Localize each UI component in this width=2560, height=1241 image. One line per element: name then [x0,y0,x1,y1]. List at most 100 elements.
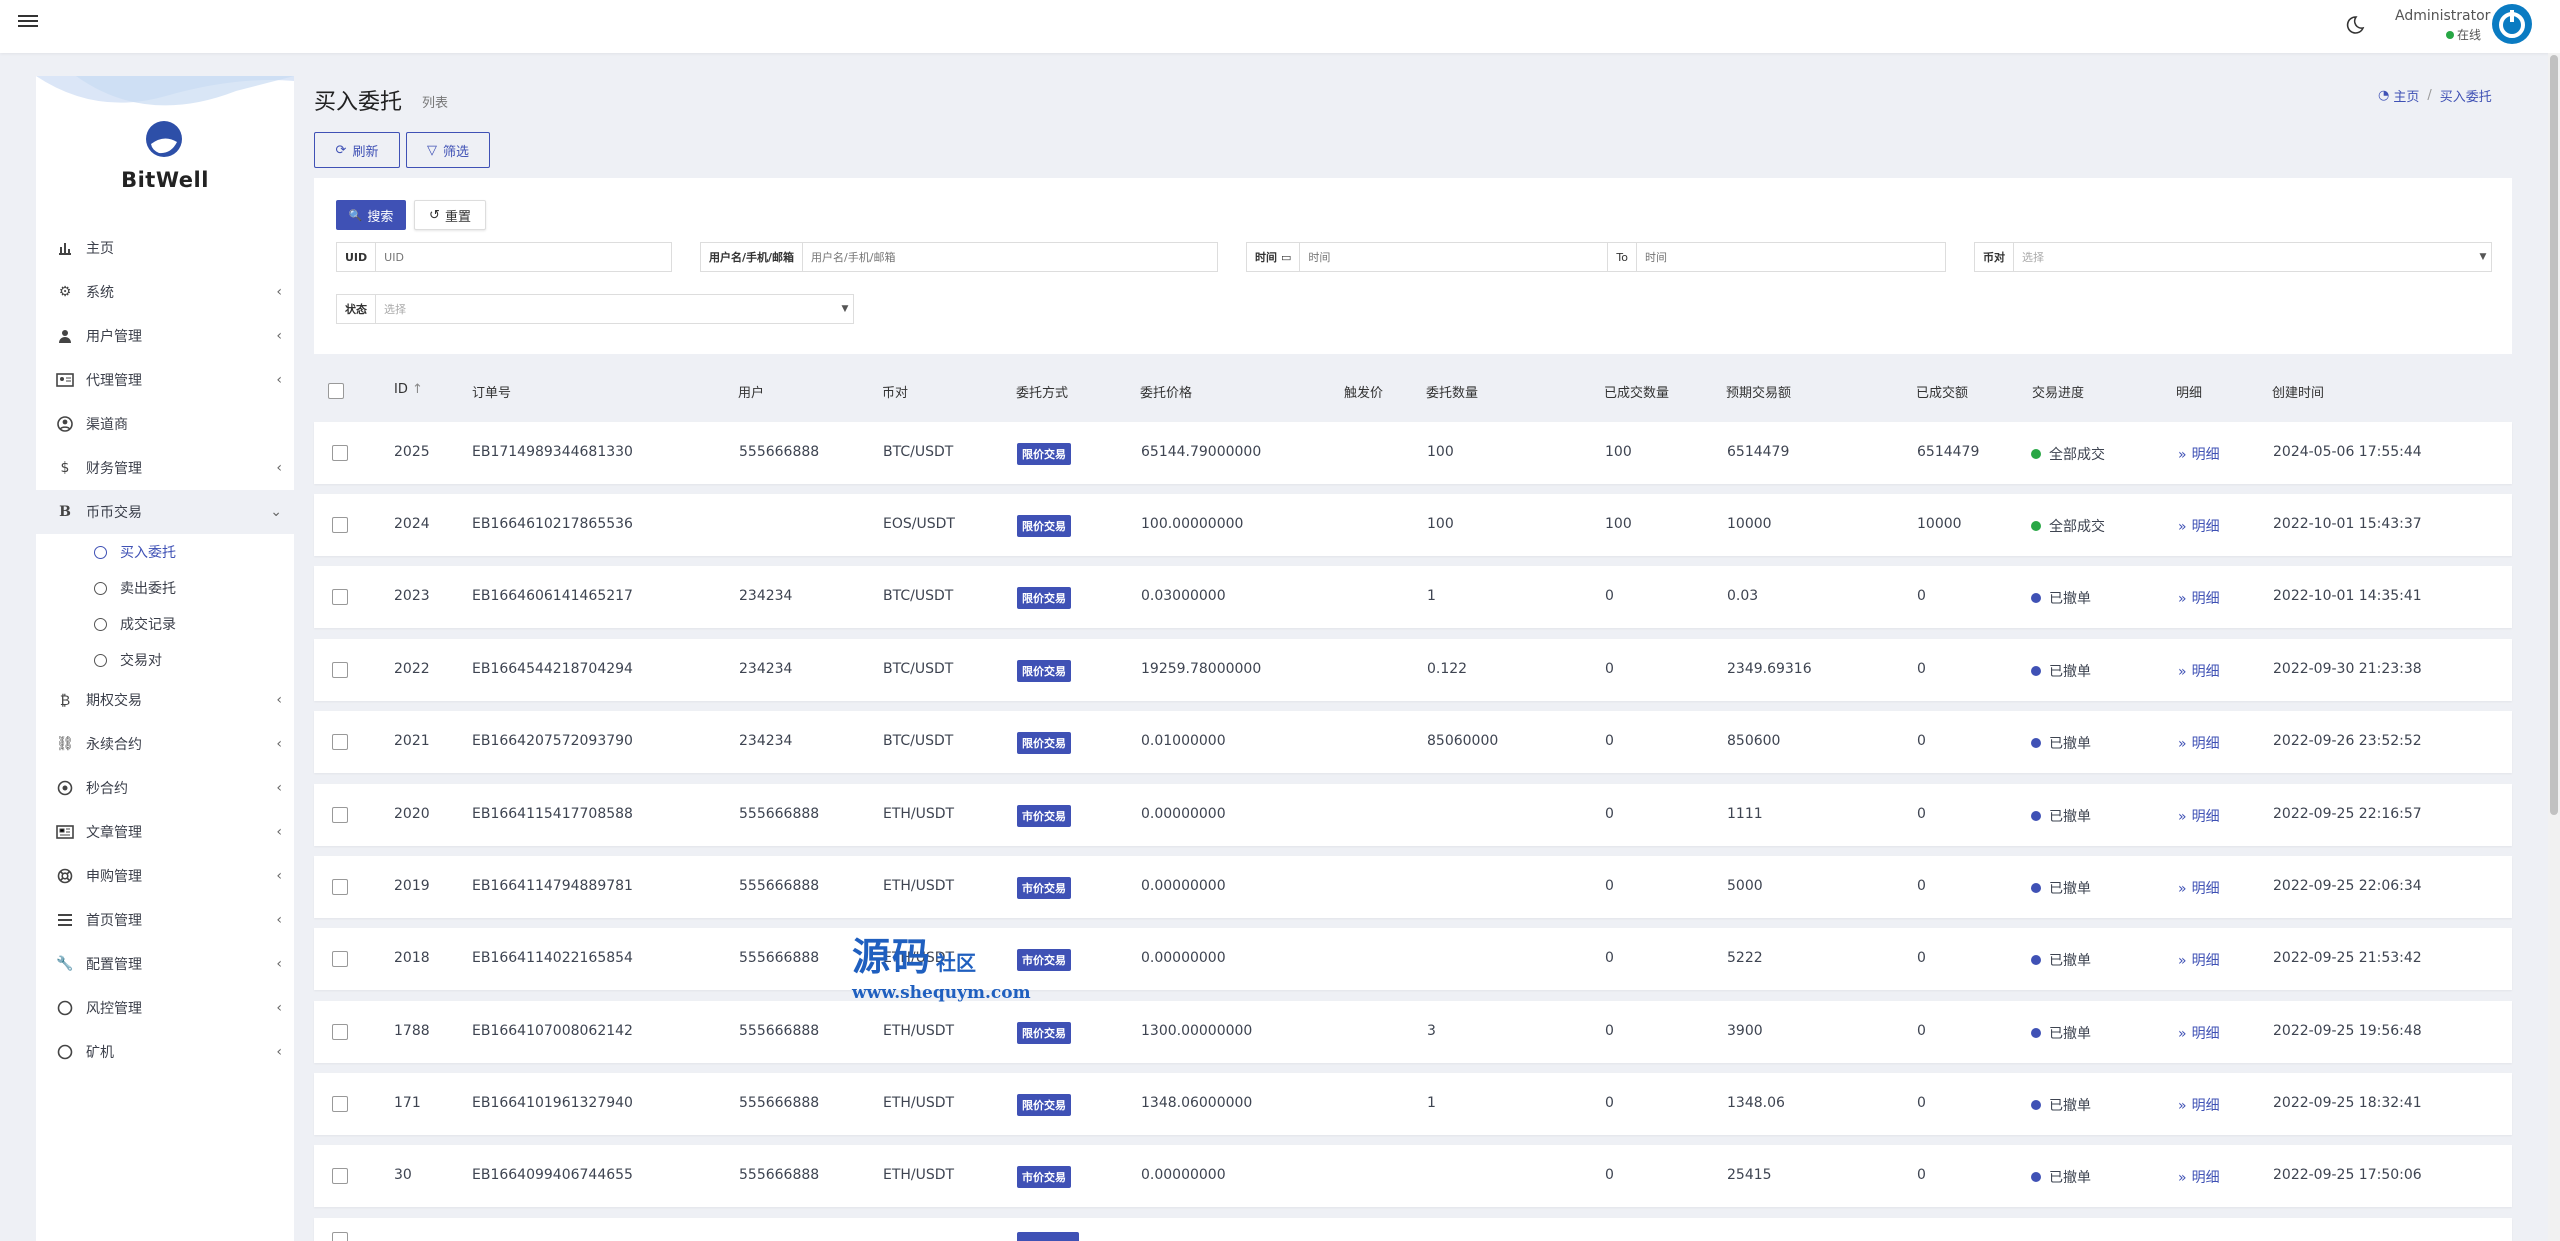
sidebar-item-miner[interactable]: 矿机 ‹ [36,1030,294,1074]
row-order-number: EB1664544218704294 [472,661,633,677]
row-user: 555666888 [739,950,820,966]
scrollbar-thumb[interactable] [2550,55,2558,815]
row-checkbox[interactable] [332,1232,348,1241]
sidebar-item-finance[interactable]: $ 财务管理 ‹ [36,446,294,490]
row-pair: ETH/USDT [883,878,955,894]
user-input[interactable] [803,243,1217,271]
row-price: 19259.78000000 [1141,661,1262,677]
row-checkbox[interactable] [332,1096,348,1112]
row-checkbox[interactable] [332,734,348,750]
sidebar-menu: 主页 ⚙ 系统 ‹ 用户管理 ‹ 代理管理 ‹ 渠道商 $ 财务管理 ‹ B 币… [36,226,294,1074]
table-row: 1788 EB1664107008062142 555666888 ETH/USDT 1… [314,1001,2512,1063]
page-scrollbar[interactable] [2548,53,2560,1241]
bitcoin-icon: ₿ [59,692,71,709]
order-type-tag: 限价交易 [1017,587,1071,609]
reset-button[interactable]: ↺ 重置 [414,200,486,230]
column-header-expected: 预期交易额 [1726,386,1792,401]
sidebar-item-second-contract[interactable]: 秒合约 ‹ [36,766,294,810]
row-detail-link[interactable]: » 明细 [2178,950,2220,970]
row-checkbox[interactable] [332,589,348,605]
row-checkbox[interactable] [332,1168,348,1184]
time-start-input[interactable] [1300,243,1609,271]
row-expected-amount: 0.03 [1727,588,1759,604]
search-button[interactable]: 🔍 搜索 [336,200,406,230]
row-progress: 已撤单 [2031,1095,2091,1115]
sidebar-item-agents[interactable]: 代理管理 ‹ [36,358,294,402]
sidebar-item-config[interactable]: 🔧 配置管理 ‹ [36,942,294,986]
row-detail-link[interactable]: » 明细 [2178,661,2220,681]
avatar[interactable] [2492,4,2532,44]
row-checkbox[interactable] [332,1024,348,1040]
row-detail-link[interactable]: » 明细 [2178,516,2220,536]
row-checkbox[interactable] [332,445,348,461]
row-detail-link[interactable]: » 明细 [2178,444,2220,464]
row-filled-quantity: 0 [1605,1167,1614,1183]
column-header-id[interactable]: ID ↑ [394,382,423,397]
row-detail-link[interactable]: » 明细 [2178,1023,2220,1043]
sidebar-item-spot-trading[interactable]: B 币币交易 ⌄ [36,490,294,534]
refresh-icon: ⟳ [335,142,347,158]
row-quantity: 100 [1427,444,1454,460]
uid-input[interactable] [376,243,671,271]
double-chevron-right-icon: » [2178,1026,2187,1042]
pair-select[interactable]: 币对 选择 ▼ [1974,242,2492,272]
sidebar-item-home[interactable]: 主页 [36,226,294,270]
breadcrumb-separator: / [2427,88,2432,103]
status-dot-icon [2031,1100,2041,1110]
chevron-left-icon: ‹ [276,868,282,884]
column-header-qty: 委托数量 [1426,386,1479,401]
order-type-tag: 限价交易 [1017,443,1071,465]
select-all-checkbox[interactable] [328,383,344,399]
time-end-input[interactable] [1637,243,1945,271]
bar-chart-icon [56,239,74,257]
status-select[interactable]: 状态 选择 ▼ [336,294,854,324]
caret-down-icon: ▼ [841,304,849,314]
sidebar-item-system[interactable]: ⚙ 系统 ‹ [36,270,294,314]
row-detail-link[interactable]: » 明细 [2178,1167,2220,1187]
sidebar-item-articles[interactable]: 文章管理 ‹ [36,810,294,854]
row-progress: 已撤单 [2031,661,2091,681]
breadcrumb-home[interactable]: 主页 [2393,86,2419,105]
sidebar-subitem-trade-records[interactable]: 成交记录 [36,606,294,642]
dark-mode-moon-icon[interactable] [2342,14,2366,38]
row-checkbox[interactable] [332,807,348,823]
sidebar-item-homepage[interactable]: 首页管理 ‹ [36,898,294,942]
row-progress: 已撤单 [2031,733,2091,753]
sidebar-item-users[interactable]: 用户管理 ‹ [36,314,294,358]
row-checkbox[interactable] [332,517,348,533]
row-detail-link[interactable]: » 明细 [2178,1095,2220,1115]
brand-name: BitWell [121,168,209,192]
row-order-number: EB1664107008062142 [472,1023,633,1039]
row-quantity: 1 [1427,588,1436,604]
circle-icon [94,545,107,559]
sidebar-subitem-trading-pairs[interactable]: 交易对 [36,642,294,678]
row-checkbox[interactable] [332,951,348,967]
sidebar-subitem-sell-orders[interactable]: 卖出委托 [36,570,294,606]
row-pair: BTC/USDT [883,444,954,460]
row-checkbox[interactable] [332,662,348,678]
row-detail-link[interactable]: » 明细 [2178,733,2220,753]
sidebar-item-channel[interactable]: 渠道商 [36,402,294,446]
row-expected-amount: 6514479 [1727,444,1790,460]
status-select-value: 选择 [384,303,406,316]
sidebar-item-perpetual[interactable]: ⛓ 永续合约 ‹ [36,722,294,766]
refresh-button[interactable]: ⟳ 刷新 [314,132,400,168]
row-price: 100.00000000 [1141,516,1244,532]
row-detail-link[interactable]: » 明细 [2178,806,2220,826]
sidebar-subitem-buy-orders[interactable]: 买入委托 [36,534,294,570]
row-order-number: EB1664101961327940 [472,1095,633,1111]
row-detail-link[interactable]: » 明细 [2178,878,2220,898]
sidebar-item-risk-control[interactable]: 风控管理 ‹ [36,986,294,1030]
row-detail-link[interactable]: » 明细 [2178,588,2220,608]
sidebar-item-subscription[interactable]: 申购管理 ‹ [36,854,294,898]
circle-icon [56,1043,74,1061]
order-type-tag: 市价交易 [1017,877,1071,899]
table-row: 30 EB1664099406744655 555666888 ETH/USDT 0.0… [314,1145,2512,1207]
row-checkbox[interactable] [332,879,348,895]
search-icon: 🔍 [348,208,363,222]
row-progress: 已撤单 [2031,950,2091,970]
hamburger-menu-icon[interactable] [18,12,38,32]
chevron-left-icon: ‹ [276,956,282,972]
sidebar-item-options[interactable]: ₿ 期权交易 ‹ [36,678,294,722]
filter-button[interactable]: ▽ 筛选 [406,132,490,168]
